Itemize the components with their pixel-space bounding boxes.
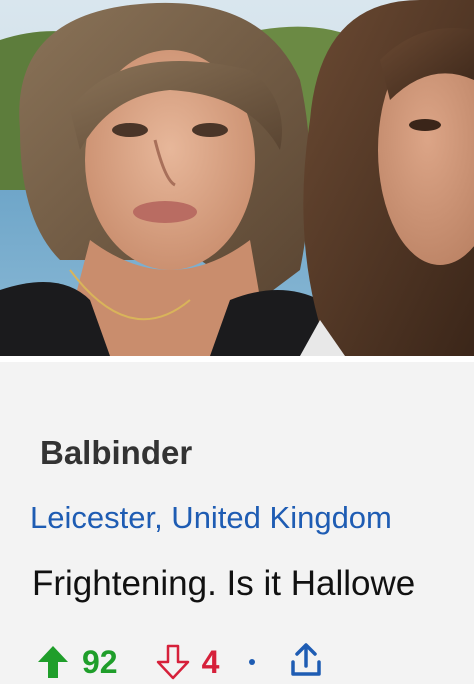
upvote-button[interactable]: 92 [36,644,118,681]
separator-dot [249,659,256,665]
share-button[interactable] [289,642,323,683]
article-photo [0,0,474,356]
comment-card: Balbinder Leicester, United Kingdom Frig… [0,362,474,682]
comment-location[interactable]: Leicester, United Kingdom [30,500,392,536]
share-icon [289,642,323,683]
arrow-up-icon [36,644,70,680]
upvote-count: 92 [82,643,118,680]
comment-text: Frightening. Is it Hallowe [32,564,416,603]
comment-actions: 92 4 [36,640,323,684]
comment-author[interactable]: Balbinder [40,434,192,472]
downvote-button[interactable]: 4 [156,643,220,681]
arrow-down-icon [156,644,190,680]
downvote-count: 4 [201,643,220,680]
